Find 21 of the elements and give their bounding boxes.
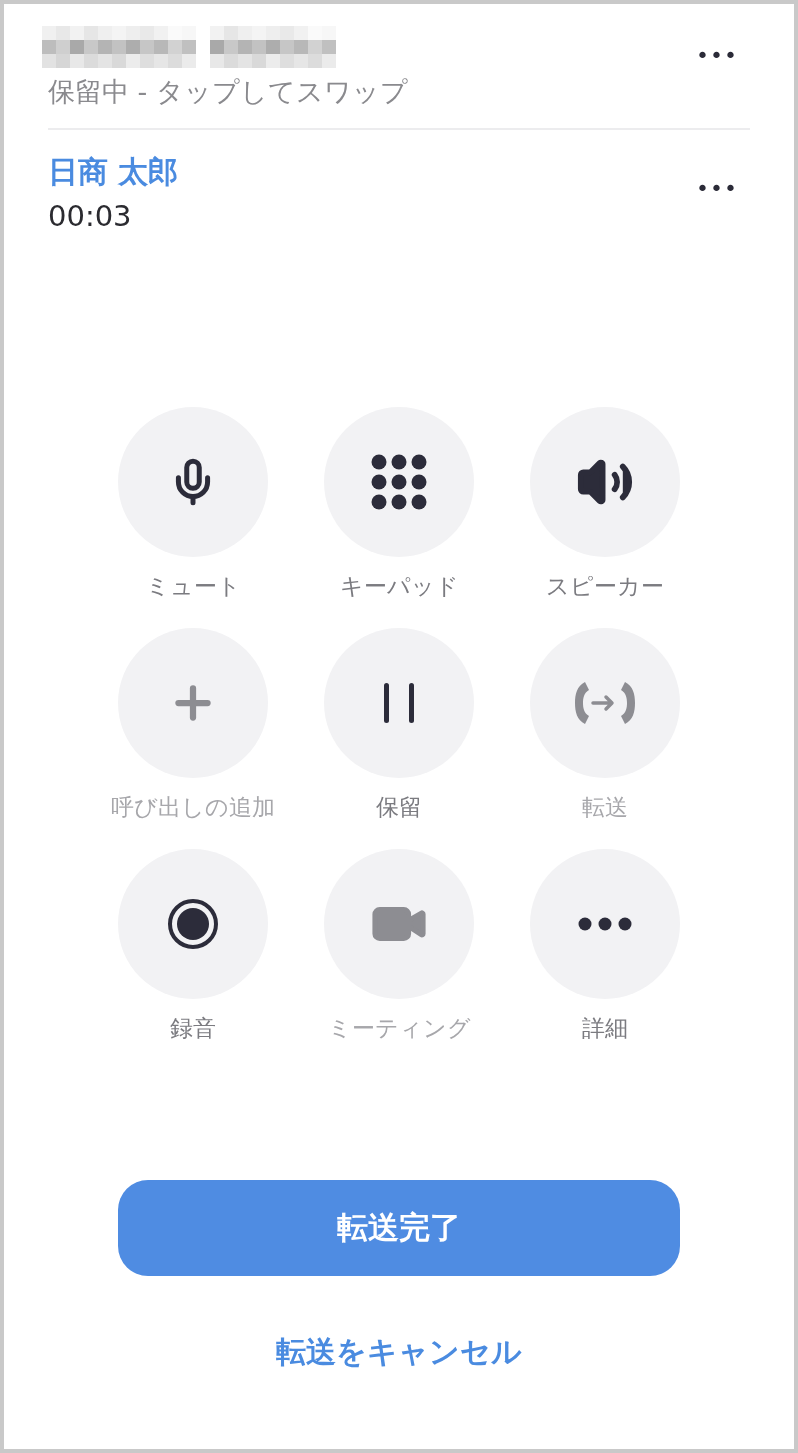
control-label: スピーカー <box>546 572 664 601</box>
more-menu-button[interactable]: ••• <box>684 38 750 72</box>
caller-name: 日商 太郎 <box>48 153 179 191</box>
complete-transfer-button[interactable]: 転送完了 <box>118 1180 680 1276</box>
control-label: 転送 <box>582 793 628 822</box>
cancel-transfer-link[interactable]: 転送をキャンセル <box>276 1332 522 1373</box>
control-label: キーパッド <box>339 572 459 601</box>
pause-icon <box>383 683 415 723</box>
hold-status[interactable]: 保留中 - タップしてスワップ <box>48 74 408 110</box>
record-icon <box>167 898 219 950</box>
phone-transfer-icon <box>573 680 637 726</box>
control-label: 呼び出しの追加 <box>111 793 275 822</box>
call-duration: 00:03 <box>48 199 133 233</box>
more-icon <box>576 915 634 933</box>
control-label: ミーティング <box>327 1014 471 1043</box>
keypad-icon <box>370 453 428 511</box>
more-menu-button[interactable]: ••• <box>684 172 750 205</box>
control-label: 詳細 <box>582 1014 628 1043</box>
control-label: ミュート <box>145 572 241 601</box>
control-label: 録音 <box>170 1014 216 1043</box>
control-label: 保留 <box>376 793 422 822</box>
